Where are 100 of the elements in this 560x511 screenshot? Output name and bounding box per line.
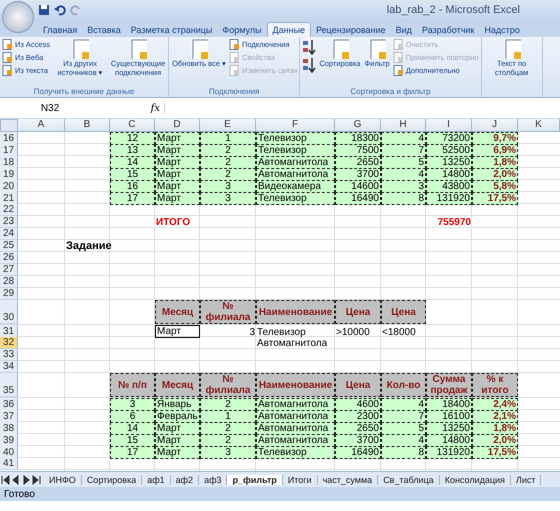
row-header[interactable]: 35 (0, 373, 18, 397)
sheet-tab[interactable]: част_сумма (318, 474, 378, 484)
ribbon-tab[interactable]: Вид (390, 23, 417, 37)
table-cell: Март (155, 325, 200, 338)
row-header[interactable]: 31 (0, 325, 18, 338)
sheet-tab[interactable]: Итоги (282, 474, 318, 484)
document-icon (392, 65, 404, 76)
document-icon (229, 39, 240, 50)
table-cell: Март (155, 168, 200, 181)
column-header[interactable]: D (155, 119, 200, 132)
row-header[interactable]: 24 (0, 228, 18, 240)
table-cell: № филиала (200, 373, 256, 397)
row-header[interactable]: 22 (0, 204, 18, 216)
table-cell: 3700 (335, 434, 381, 447)
row-header[interactable]: 30 (0, 300, 18, 324)
sheet-tab[interactable]: р_фильтр (227, 474, 283, 484)
table-cell: Цена (381, 300, 426, 324)
table-cell: Март (155, 180, 200, 193)
table-cell: 131920 (426, 446, 472, 459)
row-header[interactable]: 32 (0, 337, 18, 349)
table-cell: Телевизор (256, 446, 335, 459)
row-header[interactable]: 19 (0, 168, 18, 181)
row-header[interactable]: 16 (0, 132, 18, 145)
table-cell: 3 (381, 180, 426, 193)
column-header[interactable]: K (518, 119, 560, 132)
table-cell: 13250 (426, 156, 472, 169)
ribbon-tab[interactable]: Вставка (82, 23, 126, 37)
table-cell: Январь (155, 398, 200, 411)
table-cell: 3700 (335, 168, 381, 181)
ribbon-tab[interactable]: Разметка страницы (126, 23, 218, 37)
table-cell: 8 (381, 192, 426, 205)
row-header[interactable]: 34 (0, 361, 18, 373)
table-cell: Задание (65, 240, 110, 252)
table-cell: 4 (381, 434, 426, 447)
row-header[interactable]: 33 (0, 349, 18, 361)
table-cell: Наименование (256, 373, 335, 397)
sort-descending-icon[interactable] (302, 57, 316, 73)
row-header[interactable]: 28 (0, 276, 18, 288)
row-header[interactable]: 29 (0, 288, 18, 300)
table-cell: 43800 (426, 180, 472, 193)
table-cell: 2300 (335, 410, 381, 423)
table-cell: 2,1% (472, 410, 518, 423)
row-header[interactable]: 37 (0, 410, 18, 423)
column-header[interactable]: H (381, 119, 426, 132)
table-cell: 2,0% (472, 168, 518, 181)
document-icon (368, 39, 386, 59)
table-cell: Месяц (155, 373, 200, 397)
table-cell: 6,9% (472, 144, 518, 157)
row-header[interactable]: 26 (0, 252, 18, 264)
sheet-tab[interactable]: аф2 (170, 474, 200, 484)
row-header[interactable]: 27 (0, 264, 18, 276)
status-text: Готово (4, 488, 35, 500)
function-button[interactable]: fx (100, 102, 165, 114)
ribbon-tab[interactable]: Данные (266, 22, 312, 37)
undo-icon[interactable] (54, 4, 66, 16)
window-title: lab_rab_2 - Microsoft Excel (386, 4, 520, 16)
column-header[interactable]: A (18, 119, 65, 132)
sheet-tab[interactable]: Сортировка (82, 474, 142, 484)
save-icon[interactable] (38, 4, 50, 16)
table-cell: 16 (110, 180, 155, 193)
row-header[interactable]: 21 (0, 192, 18, 205)
row-header[interactable]: 41 (0, 458, 18, 470)
row-header[interactable]: 23 (0, 216, 18, 228)
table-cell: 14600 (335, 180, 381, 193)
document-icon (330, 39, 349, 59)
row-header[interactable]: 25 (0, 240, 18, 252)
table-cell: 14800 (426, 168, 472, 181)
ribbon-tab[interactable]: Надстро (479, 23, 525, 37)
table-cell: 52500 (426, 144, 472, 157)
row-header[interactable]: 17 (0, 144, 18, 157)
table-cell: 5 (381, 156, 426, 169)
table-cell: Телевизор (256, 192, 335, 205)
ribbon-tab[interactable]: Главная (38, 23, 82, 37)
sheet-tab[interactable]: аф1 (142, 474, 171, 484)
ribbon-tab[interactable]: Рецензирование (311, 23, 391, 37)
column-header[interactable]: J (472, 119, 518, 132)
sheet-tab[interactable]: Лист (510, 474, 542, 484)
sheet-tab[interactable]: ИНФО (44, 474, 82, 484)
row-header[interactable]: 38 (0, 422, 18, 435)
sheet-tab[interactable]: Консолидация (440, 474, 511, 484)
column-header[interactable]: F (256, 119, 335, 132)
table-cell: 1 (200, 410, 256, 423)
row-header[interactable]: 20 (0, 180, 18, 193)
column-header[interactable]: C (110, 119, 155, 132)
sort-ascending-icon[interactable] (302, 39, 316, 55)
sheet-tab[interactable]: Св_таблица (378, 474, 440, 484)
row-header[interactable]: 40 (0, 446, 18, 459)
ribbon-tab[interactable]: Формулы (217, 23, 267, 37)
table-cell-text: Телевизор (256, 326, 307, 338)
row-header[interactable]: 18 (0, 156, 18, 169)
table-cell: 7 (381, 410, 426, 423)
column-header[interactable]: B (65, 119, 110, 132)
row-header[interactable]: 39 (0, 434, 18, 447)
ribbon-tab[interactable]: Разработчик (416, 23, 480, 37)
column-header[interactable]: I (426, 119, 472, 132)
document-icon (229, 52, 240, 63)
column-header[interactable]: G (335, 119, 381, 132)
column-header[interactable]: E (200, 119, 256, 132)
name-box[interactable]: N32 (0, 102, 100, 114)
row-header[interactable]: 36 (0, 398, 18, 411)
